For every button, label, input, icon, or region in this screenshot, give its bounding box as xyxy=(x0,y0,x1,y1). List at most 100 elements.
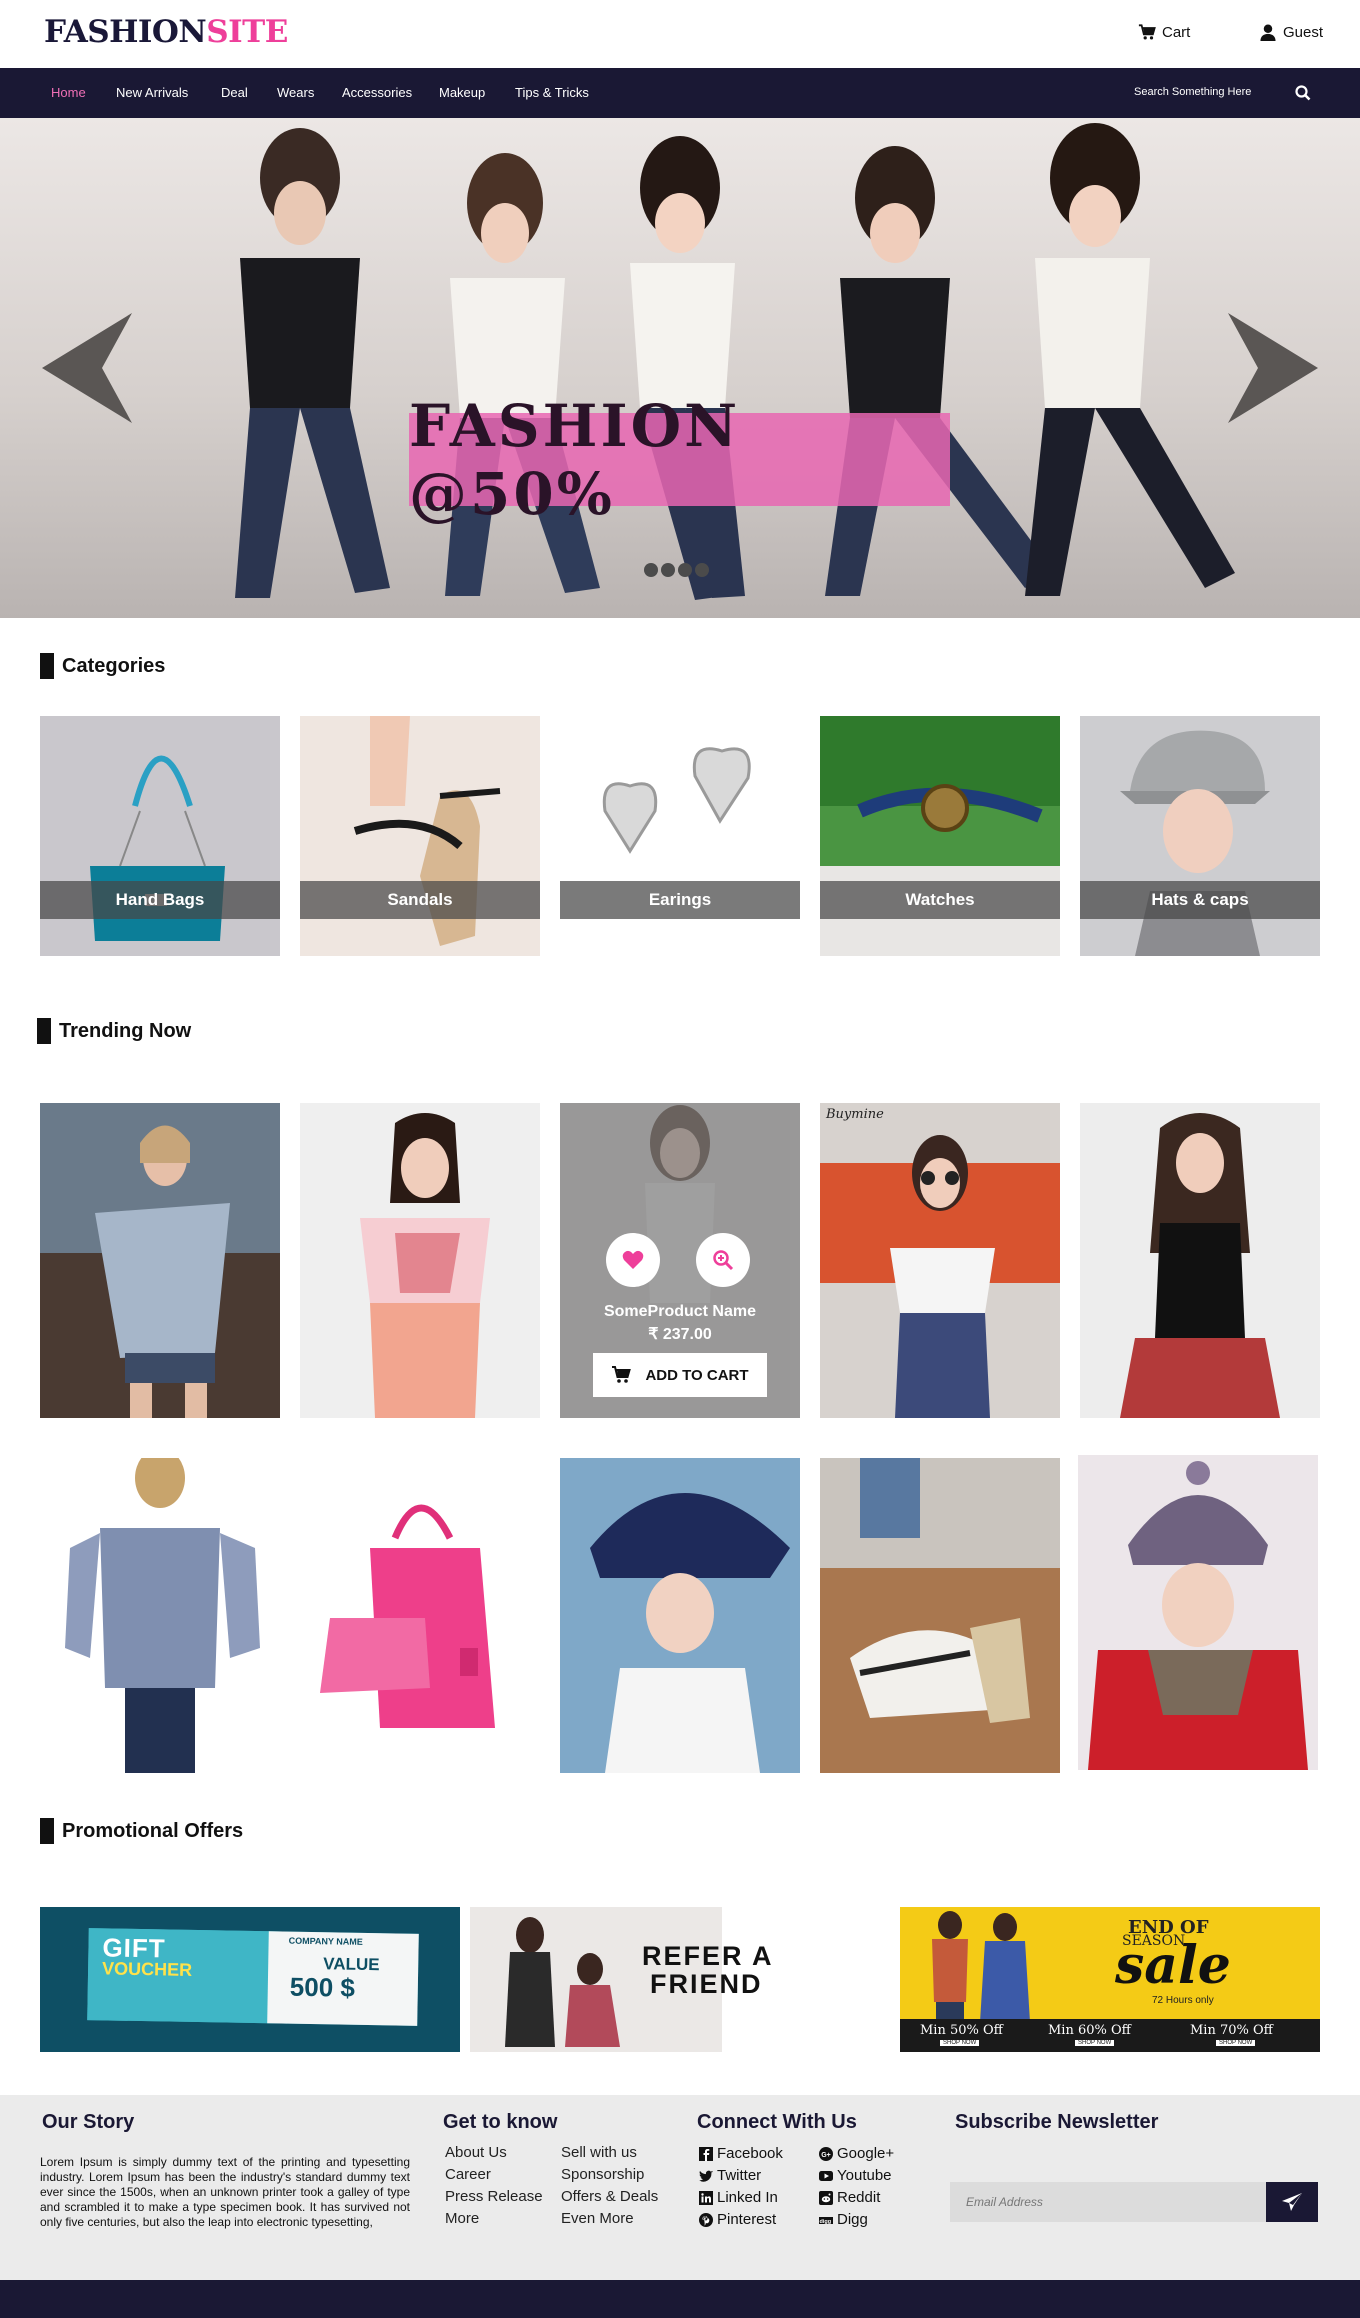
social-label: Youtube xyxy=(837,2167,892,2184)
refer-friend-banner[interactable]: REFER A FRIEND xyxy=(470,1907,890,2052)
handbag-image xyxy=(40,716,280,956)
footer-link-about-us[interactable]: About Us xyxy=(445,2144,507,2161)
slider-dot[interactable] xyxy=(644,563,658,577)
hero-slider: FASHION @50% xyxy=(0,118,1360,618)
nav-item-deal[interactable]: Deal xyxy=(221,85,248,100)
search-input[interactable]: Search Something Here xyxy=(1134,86,1251,98)
category-sandals[interactable]: Sandals xyxy=(300,716,540,956)
category-hand-bags[interactable]: Hand Bags xyxy=(40,716,280,956)
bottom-bar xyxy=(0,2280,1360,2318)
product-card[interactable] xyxy=(40,1103,280,1418)
footer-link-offers-deals[interactable]: Offers & Deals xyxy=(561,2188,658,2205)
chevron-right-icon[interactable] xyxy=(1228,313,1318,423)
get-to-know-title: Get to know xyxy=(443,2111,558,2133)
categories-heading: Categories xyxy=(40,653,165,679)
pinterest-icon xyxy=(699,2212,713,2227)
shop-now-button[interactable]: SHOP NOW xyxy=(1075,2040,1115,2046)
refer-line-1: REFER A xyxy=(642,1941,774,1971)
sale-offer-3[interactable]: Min 70% Off xyxy=(1190,2023,1273,2038)
footer-link-press-release[interactable]: Press Release xyxy=(445,2188,543,2205)
product-card[interactable] xyxy=(300,1103,540,1418)
category-earings[interactable]: Earings xyxy=(560,716,800,956)
category-label: Earings xyxy=(560,881,800,919)
wishlist-button[interactable] xyxy=(606,1233,660,1287)
chevron-left-icon[interactable] xyxy=(42,313,132,423)
nav-item-wears[interactable]: Wears xyxy=(277,85,314,100)
product-image xyxy=(300,1103,540,1418)
product-name: SomeProduct Name xyxy=(603,1303,757,1320)
sale-offer-1[interactable]: Min 50% Off xyxy=(920,2023,1003,2038)
add-to-cart-button[interactable]: ADD TO CART xyxy=(593,1353,767,1397)
slider-dots xyxy=(644,563,709,577)
footer-link-sell-with-us[interactable]: Sell with us xyxy=(561,2144,637,2161)
social-digg[interactable]: digg Digg xyxy=(819,2211,868,2228)
nav-item-makeup[interactable]: Makeup xyxy=(439,85,485,100)
social-facebook[interactable]: Facebook xyxy=(699,2145,783,2162)
sale-line-3: sale xyxy=(1115,1935,1231,1996)
nav-item-new-arrivals[interactable]: New Arrivals xyxy=(116,85,188,100)
product-card[interactable] xyxy=(560,1458,800,1773)
footer-link-more[interactable]: More xyxy=(445,2210,479,2227)
product-image xyxy=(820,1103,1060,1418)
social-twitter[interactable]: Twitter xyxy=(699,2167,761,2184)
main-nav: Home New Arrivals Deal Wears Accessories… xyxy=(0,68,1360,118)
nav-item-tips-tricks[interactable]: Tips & Tricks xyxy=(515,85,589,100)
subscribe-button[interactable] xyxy=(1266,2182,1318,2222)
product-card[interactable] xyxy=(40,1458,280,1773)
heading-bar xyxy=(40,653,54,679)
voucher-line-2: VOUCHER xyxy=(101,1958,193,1980)
product-image xyxy=(1080,1103,1320,1418)
search-icon[interactable] xyxy=(1294,84,1312,102)
product-card[interactable] xyxy=(820,1458,1060,1773)
shop-now-button[interactable]: SHOP NOW xyxy=(1216,2040,1256,2046)
footer-link-even-more[interactable]: Even More xyxy=(561,2210,634,2227)
product-image xyxy=(300,1458,540,1773)
gift-voucher-banner[interactable]: GIFT VOUCHER COMPANY NAME VALUE 500 $ xyxy=(40,1907,460,2052)
season-sale-banner[interactable]: END OF SEASON sale 72 Hours only Min 50%… xyxy=(900,1907,1320,2052)
site-logo[interactable]: FASHIONSITE xyxy=(44,14,288,50)
hero-image xyxy=(235,123,1235,600)
social-pinterest[interactable]: Pinterest xyxy=(699,2211,776,2228)
social-reddit[interactable]: Reddit xyxy=(819,2189,880,2206)
social-googleplus[interactable]: G+ Google+ xyxy=(819,2145,894,2162)
zoom-in-icon xyxy=(713,1250,734,1271)
social-youtube[interactable]: Youtube xyxy=(819,2167,892,2184)
social-label: Linked In xyxy=(717,2189,778,2206)
product-card[interactable] xyxy=(300,1458,540,1773)
product-image xyxy=(820,1458,1060,1773)
email-field[interactable]: Email Address xyxy=(950,2182,1266,2222)
slider-dot[interactable] xyxy=(678,563,692,577)
nav-item-accessories[interactable]: Accessories xyxy=(342,85,412,100)
product-card-featured[interactable]: SomeProduct Name ₹ 237.00 ADD TO CART xyxy=(560,1103,800,1418)
slider-dot[interactable] xyxy=(661,563,675,577)
cart-icon xyxy=(1138,24,1156,40)
footer-link-sponsorship[interactable]: Sponsorship xyxy=(561,2166,644,2183)
nav-item-home[interactable]: Home xyxy=(51,85,86,100)
product-card[interactable]: Buymine xyxy=(820,1103,1060,1418)
cart-link[interactable]: Cart xyxy=(1138,24,1190,41)
quick-view-button[interactable] xyxy=(696,1233,750,1287)
sale-line-4: 72 Hours only xyxy=(1152,1995,1214,2006)
footer-link-career[interactable]: Career xyxy=(445,2166,491,2183)
our-story-title: Our Story xyxy=(42,2111,135,2133)
logo-part-1: FASHION xyxy=(44,14,207,50)
social-linkedin[interactable]: Linked In xyxy=(699,2189,778,2206)
cart-label: Cart xyxy=(1162,24,1191,41)
shop-now-button[interactable]: SHOP NOW xyxy=(940,2040,980,2046)
guest-link[interactable]: Guest xyxy=(1259,24,1323,41)
guest-label: Guest xyxy=(1283,24,1324,41)
slider-dot[interactable] xyxy=(695,563,709,577)
heart-icon xyxy=(622,1250,644,1269)
social-label: Digg xyxy=(837,2211,868,2228)
category-hats-caps[interactable]: Hats & caps xyxy=(1080,716,1320,956)
send-icon xyxy=(1282,2193,1302,2211)
product-card[interactable] xyxy=(1078,1455,1318,1770)
social-label: Pinterest xyxy=(717,2211,777,2228)
category-watches[interactable]: Watches xyxy=(820,716,1060,956)
sale-offer-2[interactable]: Min 60% Off xyxy=(1048,2023,1131,2038)
voucher-card: GIFT VOUCHER COMPANY NAME VALUE 500 $ xyxy=(87,1928,419,2026)
promotions-heading: Promotional Offers xyxy=(40,1818,243,1844)
product-image xyxy=(40,1103,280,1418)
product-card[interactable] xyxy=(1080,1103,1320,1418)
newsletter-title: Subscribe Newsletter xyxy=(955,2111,1159,2133)
